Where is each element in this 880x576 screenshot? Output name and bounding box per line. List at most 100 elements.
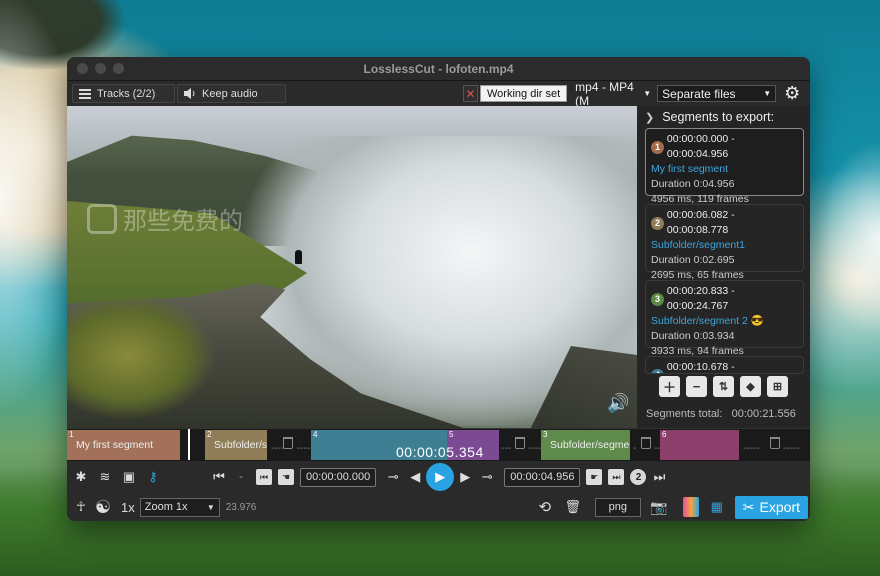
add-segment-button[interactable]: ＋: [659, 376, 680, 397]
segment-time: 00:00:20.833 - 00:00:24.767: [666, 285, 735, 312]
watermark-text: 那些免费的: [123, 208, 243, 235]
remove-segment-button[interactable]: −: [686, 376, 707, 397]
segment-time: 00:00:10.678 - 00:00:14.933: [666, 361, 735, 373]
person-icon[interactable]: ☥: [71, 499, 91, 515]
gear-icon[interactable]: ⚙: [784, 84, 800, 102]
playback-speed[interactable]: 1x: [121, 500, 135, 515]
timeline-gap: ----: [271, 443, 285, 454]
key-icon[interactable]: ⊸: [382, 469, 404, 485]
segment-number: 3: [651, 292, 664, 306]
key-icon[interactable]: ⊸: [476, 469, 498, 485]
zoom-value: Zoom 1x: [144, 501, 188, 513]
top-toolbar: Tracks (2/2) Keep audio ✕ Working dir se…: [67, 80, 810, 108]
cut-end-time-input[interactable]: 00:00:04.956: [504, 467, 581, 487]
watermark: 那些免费的: [87, 201, 243, 236]
sort-icon: ⇅: [718, 381, 729, 393]
split-icon: ⊞: [772, 381, 783, 393]
trash-icon[interactable]: [515, 437, 525, 449]
timeline-gap: ---: [501, 443, 511, 454]
segments-total-value: 00:00:21.556: [731, 408, 796, 420]
yin-yang-icon[interactable]: ☯: [93, 497, 113, 518]
set-cut-end-button[interactable]: ☛: [586, 469, 603, 485]
segments-sidebar: ❯ Segments to export: 1 00:00:00.000 - 00…: [637, 106, 810, 428]
sidebar-header: ❯ Segments to export:: [637, 106, 810, 128]
cut-start-time-input[interactable]: 00:00:00.000: [300, 467, 377, 487]
close-icon: ✕: [465, 86, 476, 101]
output-mode-select[interactable]: Separate files ▼: [657, 85, 777, 102]
segment-number: 2: [651, 216, 664, 230]
step-back-icon[interactable]: ◀: [410, 469, 420, 485]
timeline-segment[interactable]: 2 Subfolder/se: [205, 430, 267, 460]
speaker-icon: [184, 88, 195, 99]
chevron-right-icon[interactable]: ❯: [645, 111, 654, 124]
clear-working-dir-button[interactable]: ✕: [463, 85, 478, 102]
timeline[interactable]: 1 My first segment 2 Subfolder/se ---- -…: [67, 428, 810, 461]
app-window: LosslessCut - lofoten.mp4 Tracks (2/2) K…: [67, 57, 810, 521]
set-cut-start-button[interactable]: ☚: [278, 469, 294, 485]
calendar-icon[interactable]: ▦: [707, 499, 727, 515]
step-forward-icon[interactable]: ▶: [460, 469, 470, 485]
timeline-segment[interactable]: 3 Subfolder/segmer: [541, 430, 630, 460]
timeline-segment-index: 3: [543, 430, 548, 439]
export-label: Export: [759, 499, 800, 515]
playhead[interactable]: [188, 429, 190, 460]
timeline-segment-index: 5: [449, 430, 454, 439]
camera-icon[interactable]: 📷: [649, 499, 669, 516]
window-title: LosslessCut - lofoten.mp4: [363, 61, 514, 76]
segment-duration: Duration 0:02.695: [651, 254, 735, 266]
volume-icon[interactable]: 🔊: [607, 393, 629, 414]
title-bar: LosslessCut - lofoten.mp4: [67, 57, 810, 81]
timeline-gap: -----: [783, 443, 800, 454]
segment-actions: ＋ − ⇅ ◆ ⊞: [637, 376, 810, 397]
tag-segment-button[interactable]: ◆: [740, 376, 761, 397]
sort-segments-button[interactable]: ⇅: [713, 376, 734, 397]
timeline-segment-label: Subfolder/se: [214, 439, 267, 451]
timeline-gap: -----: [743, 443, 760, 454]
segment-time: 00:00:06.082 - 00:00:08.778: [666, 209, 735, 236]
trash-icon[interactable]: [283, 437, 293, 449]
segment-item[interactable]: 2 00:00:06.082 - 00:00:08.778 Subfolder/s…: [645, 204, 804, 281]
segment-item[interactable]: 1 00:00:00.000 - 00:00:04.956 My first se…: [645, 128, 804, 205]
scissors-icon: ✂: [742, 498, 755, 515]
trash-icon[interactable]: 🗑: [563, 499, 583, 515]
bottom-toolbar: ☥ ☯ 1x Zoom 1x ▼ 23.976 ⟲ 🗑 png 📷 ▦ ✂ Ex…: [67, 493, 810, 521]
jump-cut-start-button[interactable]: ⏮: [256, 469, 272, 485]
timeline-segment[interactable]: 6: [660, 430, 739, 460]
keep-audio-label: Keep audio: [202, 87, 258, 100]
output-mode-value: Separate files: [662, 86, 736, 101]
merge-icon[interactable]: [682, 497, 699, 517]
segment-item[interactable]: 3 00:00:20.833 - 00:00:24.767 Subfolder/s…: [645, 280, 804, 357]
segment-name: Subfolder/segment1: [651, 239, 745, 251]
jump-end-icon[interactable]: ⏭: [652, 469, 666, 485]
export-button[interactable]: ✂ Export: [734, 495, 808, 519]
settings-flower-icon[interactable]: ✱: [71, 469, 91, 485]
jump-cut-end-button[interactable]: ⏭: [608, 469, 625, 485]
timeline-gap: ----: [297, 443, 311, 454]
keyframes-icon[interactable]: ⚷: [143, 469, 163, 485]
plus-icon: ＋: [662, 380, 676, 395]
video-player[interactable]: 那些免费的 🔊: [67, 106, 637, 428]
sidebar-title: Segments to export:: [662, 110, 775, 124]
segment-duration: Duration 0:03.934: [651, 330, 735, 342]
thumbnails-icon[interactable]: ▣: [119, 469, 139, 485]
segment-time: 00:00:00.000 - 00:00:04.956: [666, 133, 735, 160]
capture-format-select[interactable]: png: [594, 497, 641, 517]
format-value: mp4 - MP4 (M: [575, 79, 634, 108]
rotate-icon[interactable]: ⟲: [535, 498, 555, 516]
waveform-icon[interactable]: ≋: [95, 469, 115, 485]
zoom-select[interactable]: Zoom 1x ▼: [139, 497, 220, 517]
segment-number-badge[interactable]: 2: [630, 469, 647, 485]
tracks-button[interactable]: Tracks (2/2): [72, 84, 175, 103]
jump-start-icon[interactable]: ⏮: [212, 469, 226, 485]
format-select[interactable]: mp4 - MP4 (M ▼: [571, 80, 655, 108]
chevron-down-icon: ▼: [206, 502, 215, 512]
segment-name: My first segment: [651, 163, 729, 175]
trash-icon[interactable]: [641, 437, 651, 449]
trash-icon[interactable]: [770, 437, 780, 449]
split-segment-button[interactable]: ⊞: [767, 376, 788, 397]
working-dir-button[interactable]: Working dir set: [480, 85, 568, 102]
play-button[interactable]: ▶: [426, 463, 455, 491]
chevron-down-icon: ▼: [643, 89, 652, 98]
timeline-segment[interactable]: 1 My first segment: [67, 430, 180, 460]
keep-audio-button[interactable]: Keep audio: [177, 84, 286, 103]
